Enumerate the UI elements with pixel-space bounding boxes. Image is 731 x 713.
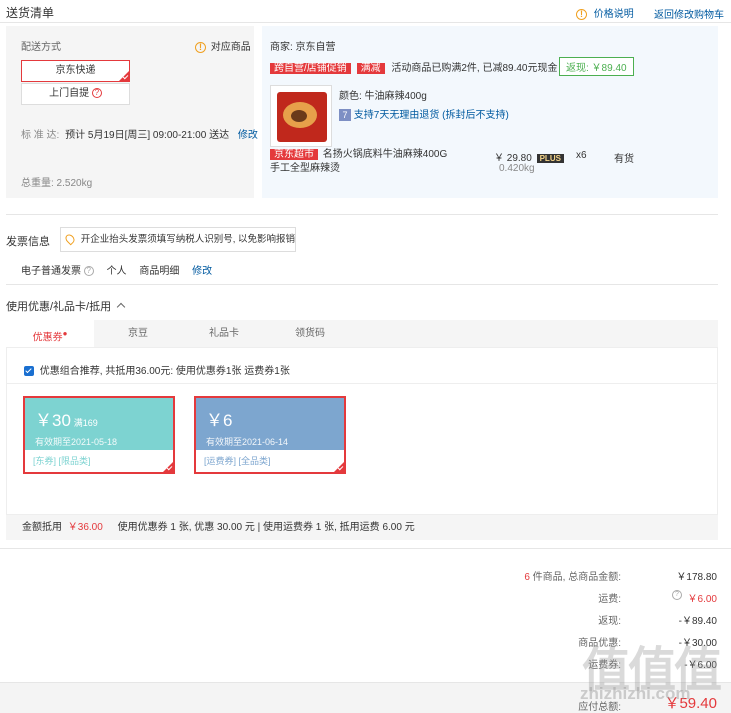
invoice-detail: 商品明细 [139, 266, 180, 277]
tab-pickup-code[interactable]: 领货码 [266, 320, 354, 347]
recommend-text: 优惠组合推荐, 共抵用36.00元: 使用优惠券1张 运费券1张 [39, 366, 290, 377]
coupon-amount: ￥30 [35, 411, 71, 430]
chevron-up-icon [116, 302, 126, 312]
product-image[interactable] [270, 85, 332, 147]
coupon-top: ￥30 满169 有效期至2021-05-18 [25, 398, 173, 450]
store-tag: 京东超市 [270, 149, 318, 160]
info-icon: ! [576, 8, 587, 20]
product-package [277, 92, 327, 142]
price-desc-link[interactable]: ! 价格说明 [576, 5, 634, 20]
product-price: ￥ 29.80 PLUS [494, 149, 564, 164]
back-cart-link[interactable]: 返回修改购物车 [654, 6, 724, 21]
product-qty: x6 [576, 150, 587, 161]
selected-check-icon [119, 71, 129, 81]
match-goods-label: 对应商品 [210, 42, 251, 53]
recommend-row[interactable]: 优惠组合推荐, 共抵用36.00元: 使用优惠券1张 运费券1张 [24, 362, 290, 377]
coupon-card[interactable]: ￥6 有效期至2021-06-14 [运费券] [全品类] [194, 396, 346, 474]
invoice-notice: 开企业抬头发票须填写纳税人识别号, 以免影响报销 [60, 227, 296, 252]
product-stock: 有货 [614, 154, 634, 165]
discount-title[interactable]: 使用优惠/礼品卡/抵用 [6, 298, 126, 314]
count-row-label: 6 件商品, 总商品金额: [524, 568, 621, 583]
coupon-card[interactable]: ￥30 满169 有效期至2021-05-18 [东券] [限品类] [23, 396, 175, 474]
summary-text: 使用优惠券 1 张, 优惠 30.00 元 | 使用运费券 1 张, 抵用运费 … [117, 522, 415, 533]
standard-label: 标 准 达: [21, 130, 60, 141]
selected-check-icon [334, 462, 344, 472]
promo-text: 活动商品已购满2件, 已减89.40元现金 [391, 63, 558, 74]
price-desc-label: 价格说明 [593, 9, 634, 20]
modify-delivery-link[interactable]: 修改 [238, 130, 258, 141]
cashback-badge: 返现: ￥89.40 [559, 57, 634, 76]
summary-amount: ￥36.00 [67, 522, 103, 533]
invoice-notice-text: 开企业抬头发票须填写纳税人识别号, 以免影响报销 [80, 234, 296, 245]
info-icon: ! [195, 41, 206, 53]
discount-summary-bar: 金额抵用 ￥36.00 使用优惠券 1 张, 优惠 30.00 元 | 使用运费… [6, 515, 718, 540]
delivery-option-express[interactable]: 京东快递 [21, 60, 130, 82]
coupon-amount: ￥6 [206, 411, 233, 430]
standard-value: 预计 5月19日[周三] 09:00-21:00 送达 [65, 130, 230, 141]
count-value: 6 [524, 572, 530, 583]
express-label: 京东快递 [55, 65, 96, 76]
tab-jingdou[interactable]: 京豆 [94, 320, 182, 347]
discount-title-text: 使用优惠/礼品卡/抵用 [6, 301, 112, 313]
red-dot-icon: ● [62, 329, 68, 338]
summary-label: 金额抵用 [22, 522, 62, 533]
coupon-tags: [东券] [限品类] [33, 456, 91, 466]
freight-value: ￥6.00 [687, 594, 717, 605]
help-icon: ? [91, 88, 102, 99]
return-icon: 7 [339, 109, 351, 122]
promo-row: 跨自营/店铺促销 满减 活动商品已购满2件, 已减89.40元现金 [270, 59, 558, 76]
return-policy: 7 支持7天无理由退货 (拆封后不支持) [339, 106, 509, 122]
invoice-type: 电子普通发票 [21, 266, 81, 277]
watermark-text: zhizhizhi.com [580, 684, 691, 703]
count-label: 件商品, 总商品金额: [532, 572, 621, 583]
location-pin-icon [63, 232, 77, 246]
delivery-option-pickup[interactable]: 上门自提 ? [21, 83, 130, 105]
invoice-title: 发票信息 [6, 236, 50, 248]
promo-tag: 满减 [356, 63, 385, 74]
tab-coupon[interactable]: 优惠券● [6, 320, 94, 347]
total-weight: 总重量: 2.520kg [21, 178, 93, 189]
coupon-condition: 满169 [73, 418, 98, 428]
promo-tag: 跨自营/店铺促销 [270, 63, 351, 74]
tab-giftcard[interactable]: 礼品卡 [180, 320, 268, 347]
checkbox-checked-icon[interactable] [24, 366, 34, 377]
help-icon: ? [83, 266, 94, 277]
standard-delivery: 标 准 达: 预计 5月19日[周三] 09:00-21:00 送达 修改 [21, 126, 258, 141]
coupon-top: ￥6 有效期至2021-06-14 [196, 398, 344, 450]
modify-invoice-link[interactable]: 修改 [192, 266, 212, 277]
match-goods-link[interactable]: ! 对应商品 [195, 38, 251, 53]
freight-label: 运费: [598, 594, 621, 605]
plus-badge: PLUS [536, 154, 564, 163]
delivery-label: 配送方式 [21, 42, 61, 53]
invoice-info-row: 电子普通发票 ? 个人 商品明细 修改 [21, 262, 212, 277]
merchant-label: 商家: 京东自营 [270, 42, 336, 53]
product-name[interactable]: 京东超市 名扬火锅底料牛油麻辣400G 手工全型麻辣烫 [270, 148, 450, 175]
selected-check-icon [163, 462, 173, 472]
tab-coupon-label: 优惠券 [32, 332, 63, 344]
cashback-label: 返现: [598, 616, 621, 627]
product-color: 颜色: 牛油麻辣400g [339, 91, 427, 102]
invoice-person: 个人 [106, 266, 127, 277]
coupon-expire: 有效期至2021-06-14 [206, 437, 289, 447]
cashback-value: -￥89.40 [678, 616, 717, 627]
coupon-expire: 有效期至2021-05-18 [35, 437, 118, 447]
pickup-label: 上门自提 [49, 88, 90, 99]
product-weight: 0.420kg [499, 163, 535, 174]
goods-amount: ￥178.80 [676, 572, 717, 583]
coupon-tags: [运费券] [全品类] [204, 456, 271, 466]
page-title: 送货清单 [6, 6, 55, 20]
return-policy-label: 支持7天无理由退货 (拆封后不支持) [353, 110, 509, 121]
